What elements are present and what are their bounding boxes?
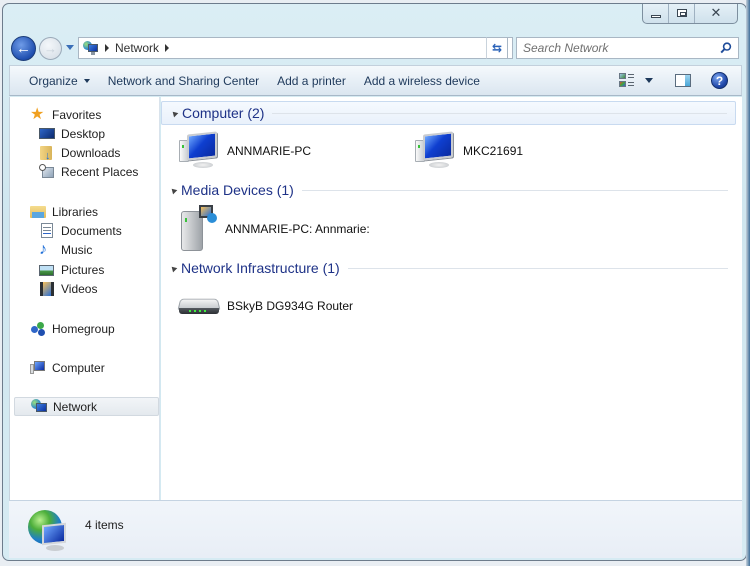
documents-icon xyxy=(39,222,55,239)
sidebar-item-music[interactable]: ♪ Music xyxy=(39,240,92,259)
refresh-icon: ⇆ xyxy=(491,41,503,55)
search-input[interactable] xyxy=(523,41,713,55)
router-icon xyxy=(177,294,221,318)
videos-filmstrip-icon xyxy=(39,281,55,297)
minimize-icon xyxy=(650,14,661,18)
content-pane: Computer (2) ANNMARIE-PC MKC21691 Media … xyxy=(161,97,742,500)
downloads-folder-icon: ↓ xyxy=(39,145,55,161)
add-printer-button[interactable]: Add a printer xyxy=(268,66,355,95)
network-icon xyxy=(83,41,99,55)
network-globe-icon xyxy=(28,510,70,552)
search-icon[interactable] xyxy=(720,42,732,54)
star-icon: ★ xyxy=(30,105,45,123)
breadcrumb-separator-icon[interactable] xyxy=(105,44,109,52)
background-window-edge xyxy=(746,0,750,566)
item-count: 4 items xyxy=(85,518,124,532)
collapse-triangle-icon[interactable] xyxy=(170,109,179,117)
forward-button[interactable]: → xyxy=(39,37,62,60)
preview-pane-icon[interactable] xyxy=(675,74,691,87)
chevron-down-icon xyxy=(83,78,90,83)
sidebar-item-videos[interactable]: Videos xyxy=(39,279,97,298)
group-divider xyxy=(272,112,727,114)
libraries-folder-icon xyxy=(30,204,46,220)
sidebar-item-favorites[interactable]: ★ Favorites xyxy=(30,105,101,124)
computer-icon xyxy=(30,360,46,376)
collapse-triangle-icon[interactable] xyxy=(169,186,178,194)
close-button[interactable]: ✕ xyxy=(695,4,737,23)
help-icon[interactable]: ? xyxy=(711,72,728,89)
computer-icon xyxy=(177,131,221,170)
group-header-network-infrastructure[interactable]: Network Infrastructure (1) xyxy=(161,256,736,280)
network-item-router[interactable]: BSkyB DG934G Router xyxy=(177,294,353,318)
sidebar-item-desktop[interactable]: Desktop xyxy=(39,124,105,143)
view-options-dropdown[interactable] xyxy=(645,78,653,83)
group-header-media-devices[interactable]: Media Devices (1) xyxy=(161,178,736,202)
network-item-computer[interactable]: MKC21691 xyxy=(413,131,523,170)
address-row: ← → Network ⇆ xyxy=(11,35,746,61)
sidebar-item-pictures[interactable]: Pictures xyxy=(39,260,104,279)
sidebar-item-homegroup[interactable]: Homegroup xyxy=(30,319,115,338)
refresh-button[interactable]: ⇆ xyxy=(486,37,508,59)
computer-icon xyxy=(413,131,457,170)
sidebar-item-computer[interactable]: Computer xyxy=(30,358,105,377)
maximize-button[interactable] xyxy=(669,4,695,23)
search-box[interactable] xyxy=(516,37,739,59)
network-item-media-device[interactable]: ANNMARIE-PC: Annmarie: xyxy=(177,205,370,253)
back-button[interactable]: ← xyxy=(11,36,36,61)
caption-buttons: ✕ xyxy=(642,4,738,24)
sidebar-item-network[interactable]: Network xyxy=(14,397,159,416)
command-bar: Organize Network and Sharing Center Add … xyxy=(9,65,742,96)
network-sharing-center-button[interactable]: Network and Sharing Center xyxy=(99,66,268,95)
organize-menu[interactable]: Organize xyxy=(10,66,99,95)
sidebar-item-documents[interactable]: Documents xyxy=(39,221,122,240)
arrow-right-icon: → xyxy=(44,41,57,56)
navigation-pane: ★ Favorites Desktop ↓ Downloads Recent P… xyxy=(9,97,160,500)
command-bar-right: ? xyxy=(619,66,741,95)
restore-icon xyxy=(676,9,687,17)
recent-places-icon xyxy=(39,163,55,180)
recent-pages-dropdown[interactable] xyxy=(66,45,74,50)
network-icon xyxy=(31,398,47,415)
close-icon: ✕ xyxy=(710,5,722,20)
group-divider xyxy=(301,189,728,191)
arrow-left-icon: ← xyxy=(16,40,31,57)
sidebar-item-libraries[interactable]: Libraries xyxy=(30,202,98,221)
desktop-icon xyxy=(39,126,55,142)
title-bar[interactable]: ✕ xyxy=(3,4,746,32)
group-header-computer[interactable]: Computer (2) xyxy=(161,101,736,125)
media-device-icon xyxy=(177,205,221,253)
breadcrumb-network[interactable]: Network xyxy=(115,41,159,55)
details-pane: 4 items xyxy=(9,500,742,558)
collapse-triangle-icon[interactable] xyxy=(169,264,178,272)
add-wireless-device-button[interactable]: Add a wireless device xyxy=(355,66,489,95)
breadcrumb-separator-icon[interactable] xyxy=(165,44,170,52)
explorer-window: ✕ ← → Network ⇆ Organize N xyxy=(2,3,747,561)
music-note-icon: ♪ xyxy=(39,240,47,258)
sidebar-item-recent-places[interactable]: Recent Places xyxy=(39,162,138,181)
minimize-button[interactable] xyxy=(643,4,669,23)
sidebar-item-downloads[interactable]: ↓ Downloads xyxy=(39,143,120,162)
homegroup-icon xyxy=(30,321,46,337)
pictures-icon xyxy=(39,262,55,278)
network-item-computer[interactable]: ANNMARIE-PC xyxy=(177,131,311,170)
address-bar[interactable]: Network xyxy=(78,37,513,59)
change-view-icon[interactable] xyxy=(619,73,635,88)
organize-label: Organize xyxy=(29,73,78,88)
group-divider xyxy=(347,267,728,269)
